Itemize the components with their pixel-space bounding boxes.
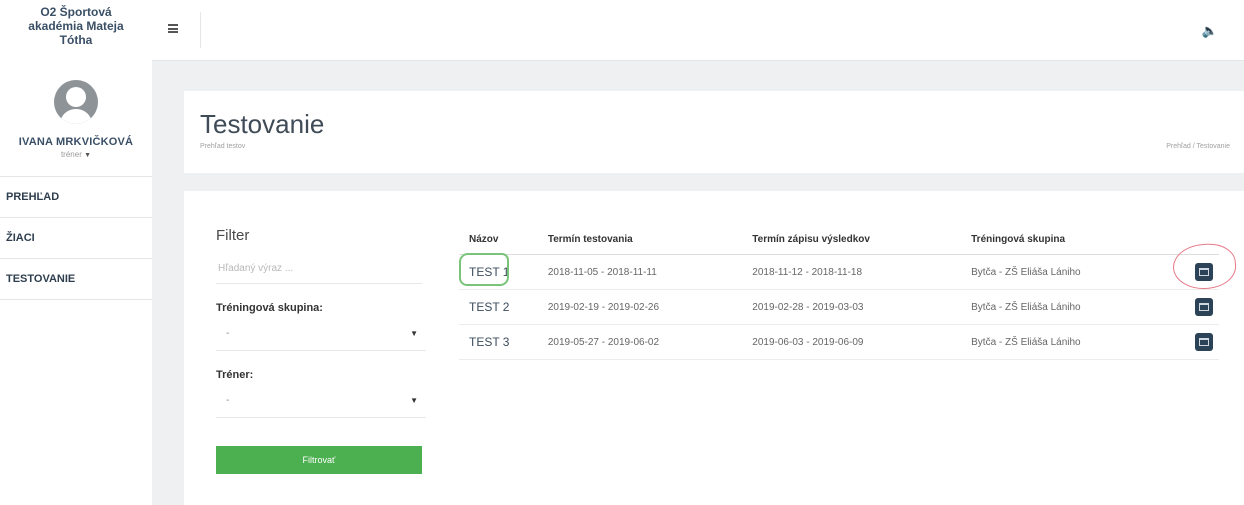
topbar: 🔈	[152, 0, 1244, 61]
user-role-dropdown[interactable]: tréner ▼	[0, 150, 152, 159]
brand-logo-text[interactable]: O2 Športová akadémia Mateja Tótha	[0, 0, 152, 60]
group-label: Tréningová skupina:	[216, 302, 323, 314]
testing-date-cell: 2018-11-05 - 2018-11-11	[537, 254, 743, 290]
calendar-icon[interactable]	[1195, 263, 1213, 281]
sidebar-item-ziaci[interactable]: ŽIACI	[0, 218, 152, 259]
hamburger-icon[interactable]	[168, 24, 178, 33]
actions-cell	[1185, 254, 1219, 290]
column-header-results-date: Termín zápisu výsledkov	[742, 224, 962, 255]
test-name-link[interactable]: TEST 1	[459, 254, 538, 290]
group-cell: Bytča - ZŠ Eliáša Lániho	[961, 324, 1185, 360]
group-cell: Bytča - ZŠ Eliáša Lániho	[961, 254, 1185, 290]
brand-line-3: Tótha	[59, 33, 93, 47]
table-row: TEST 1 2018-11-05 - 2018-11-11 2018-11-1…	[459, 254, 1219, 290]
sidebar-item-prehlad[interactable]: PREHĽAD	[0, 177, 152, 218]
tests-panel: Filter Tréningová skupina: - ▼ Tréner: -…	[184, 191, 1244, 505]
filter-button[interactable]: Filtrovať	[216, 446, 422, 474]
trainer-select-value: -	[226, 395, 230, 406]
breadcrumb[interactable]: Prehľad / Testovanie	[1166, 143, 1230, 150]
dropdown-arrow-icon: ▼	[410, 329, 418, 338]
dropdown-arrow-icon: ▼	[410, 396, 418, 405]
table-row: TEST 2 2019-02-19 - 2019-02-26 2019-02-2…	[459, 289, 1219, 325]
user-role-label: tréner	[60, 150, 82, 159]
testing-date-cell: 2019-02-19 - 2019-02-26	[537, 289, 743, 325]
topbar-divider	[200, 12, 201, 48]
tests-table: Názov Termín testovania Termín zápisu vý…	[459, 224, 1219, 360]
results-date-cell: 2018-11-12 - 2018-11-18	[742, 254, 962, 290]
column-header-group: Tréningová skupina	[961, 224, 1185, 255]
content-area: Testovanie Prehľad testov Prehľad / Test…	[152, 61, 1244, 505]
filter-panel: Filter Tréningová skupina: - ▼ Tréner: -…	[216, 227, 426, 474]
megaphone-icon[interactable]: 🔈	[1202, 23, 1218, 39]
actions-cell	[1185, 289, 1219, 325]
group-select-value: -	[226, 328, 230, 339]
actions-cell	[1185, 324, 1219, 360]
caret-down-icon: ▼	[84, 152, 92, 159]
group-select[interactable]: - ▼	[216, 318, 426, 351]
brand-line-1: O2 Športová	[40, 5, 112, 19]
user-name: IVANA MRKVIČKOVÁ	[18, 136, 134, 148]
calendar-icon[interactable]	[1195, 298, 1213, 316]
sidebar-item-testovanie[interactable]: TESTOVANIE	[0, 259, 152, 300]
page-header: Testovanie Prehľad testov Prehľad / Test…	[184, 91, 1244, 173]
results-date-cell: 2019-02-28 - 2019-03-03	[742, 289, 962, 325]
table-header-row: Názov Termín testovania Termín zápisu vý…	[459, 224, 1219, 255]
results-date-cell: 2019-06-03 - 2019-06-09	[742, 324, 962, 360]
sidebar-menu: PREHĽAD ŽIACI TESTOVANIE	[0, 176, 152, 300]
column-header-testing-date: Termín testovania	[537, 224, 743, 255]
column-header-name: Názov	[459, 224, 538, 255]
calendar-icon[interactable]	[1195, 333, 1213, 351]
group-cell: Bytča - ZŠ Eliáša Lániho	[961, 289, 1185, 325]
filter-title: Filter	[216, 227, 250, 244]
search-input[interactable]	[216, 254, 422, 284]
avatar	[54, 80, 98, 124]
brand-line-2: akadémia Mateja	[28, 19, 124, 33]
testing-date-cell: 2019-05-27 - 2019-06-02	[537, 324, 743, 360]
column-header-actions	[1185, 224, 1219, 255]
table-row: TEST 3 2019-05-27 - 2019-06-02 2019-06-0…	[459, 324, 1219, 360]
trainer-label: Tréner:	[216, 369, 254, 381]
page-subtitle: Prehľad testov	[200, 143, 246, 150]
sidebar: O2 Športová akadémia Mateja Tótha IVANA …	[0, 0, 153, 505]
trainer-select[interactable]: - ▼	[216, 385, 426, 418]
page-title: Testovanie	[200, 109, 325, 139]
test-name-link[interactable]: TEST 2	[459, 289, 538, 325]
test-name-link[interactable]: TEST 3	[459, 324, 538, 360]
